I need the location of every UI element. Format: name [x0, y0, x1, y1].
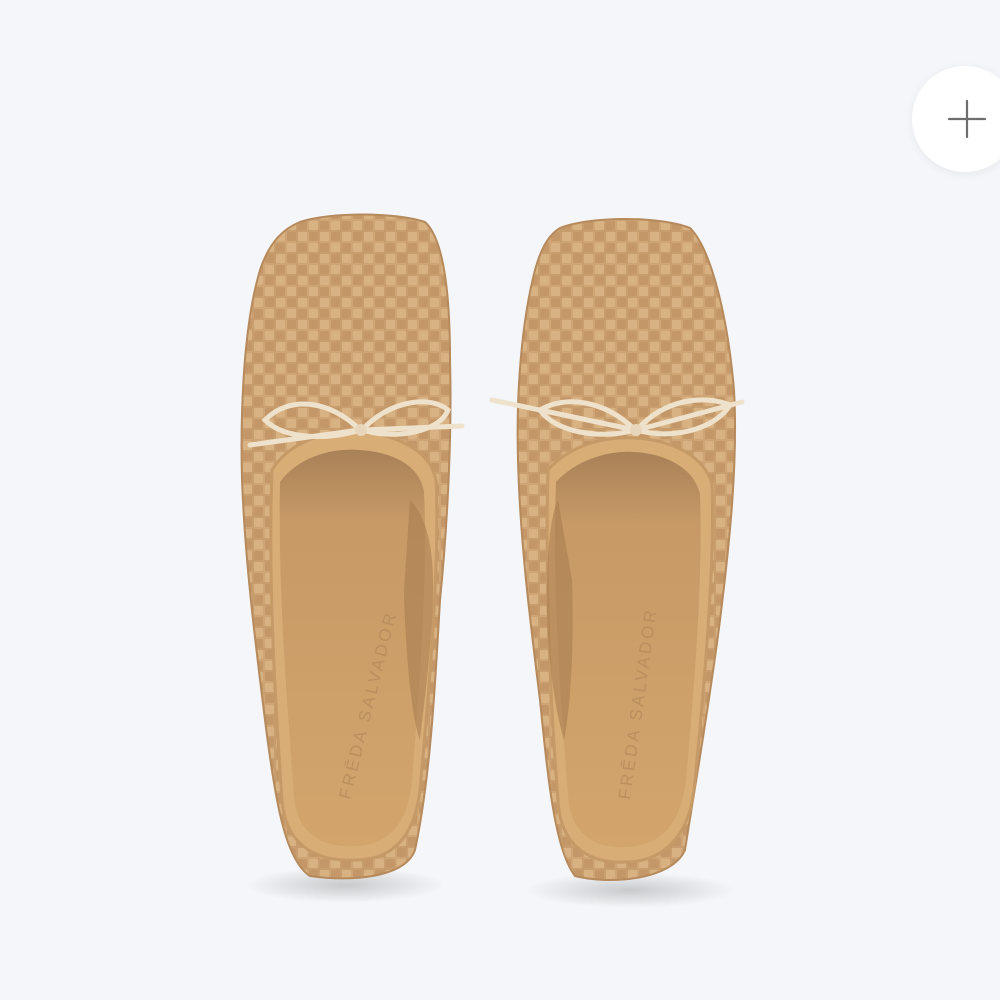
plus-icon: [947, 99, 987, 139]
left-shoe: FRĒDA SALVADOR: [240, 213, 465, 880]
right-shoe: FRĒDA SALVADOR: [489, 218, 745, 881]
product-image: FRĒDA SALVADOR FRĒDA SALVADOR: [240, 213, 745, 908]
product-image-viewer: FRĒDA SALVADOR FRĒDA SALVADOR: [0, 0, 1000, 1000]
